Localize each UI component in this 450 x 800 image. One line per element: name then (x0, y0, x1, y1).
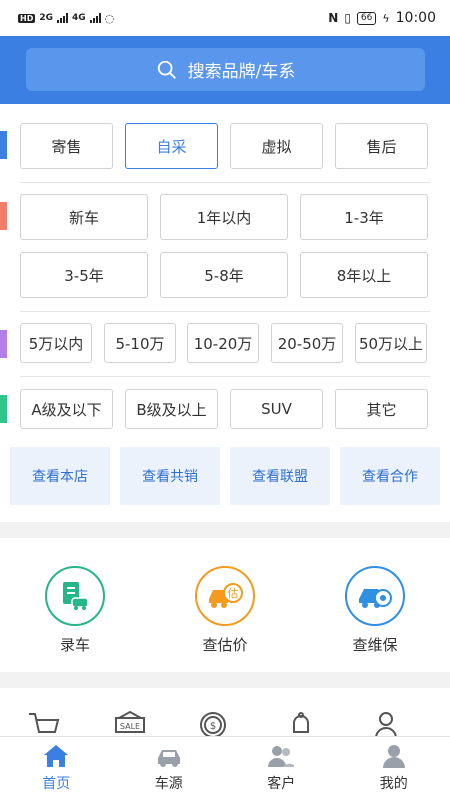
car-entry-label: 录车 (59, 636, 90, 654)
battery-icon: 66 (356, 11, 377, 25)
status-left: HD 2G 4G ◌ (18, 12, 114, 25)
filter-chip-virtual[interactable]: 虚拟 (230, 123, 323, 169)
search-input[interactable]: 搜索品牌/车系 (26, 48, 425, 91)
tab-mine[interactable]: 我的 (338, 737, 450, 800)
filter-panel: 寄售 自采 虚拟 售后 新车 1年以内 1-3年 3-5年 5-8年 8年以上 … (0, 104, 450, 522)
tab-customers[interactable]: 客户 (225, 737, 338, 800)
divider (20, 182, 430, 183)
section-accent-level (0, 395, 7, 423)
status-bar: HD 2G 4G ◌ N ▯ 66 ϟ 10:00 (0, 0, 450, 36)
search-placeholder: 搜索品牌/车系 (187, 62, 296, 82)
svg-text:估: 估 (228, 587, 239, 600)
wechat-icon: ◌ (104, 11, 115, 25)
filter-chip-age-3-5y[interactable]: 3-5年 (20, 252, 148, 298)
profile-icon (382, 745, 405, 768)
section-accent-age (0, 202, 7, 230)
filter-chip-consign[interactable]: 寄售 (20, 123, 113, 169)
bell-icon[interactable] (286, 710, 316, 736)
view-own-store-button[interactable]: 查看本店 (10, 447, 110, 505)
section-accent-price (0, 330, 7, 358)
home-icon (44, 745, 69, 767)
svg-text:SALE: SALE (120, 722, 140, 731)
tab-home[interactable]: 首页 (0, 737, 113, 800)
filter-chip-age-1-3y[interactable]: 1-3年 (300, 194, 428, 240)
maintenance-label: 查维保 (352, 636, 398, 654)
bottom-tab-bar: 首页 车源 客户 我的 (0, 736, 450, 800)
cart-icon[interactable] (27, 710, 61, 736)
filter-chip-self-purchase[interactable]: 自采 (125, 123, 218, 169)
dollar-coin-icon[interactable]: $ (198, 710, 228, 736)
filter-chip-age-new[interactable]: 新车 (20, 194, 148, 240)
filter-chip-level-b[interactable]: B级及以上 (125, 389, 218, 429)
signal-icon (57, 13, 68, 23)
maintenance-button[interactable]: 查维保 (330, 566, 420, 655)
filter-chip-level-suv[interactable]: SUV (230, 389, 323, 429)
network-label-1: 2G (39, 13, 53, 23)
more-services-row: SALE $ (0, 688, 450, 736)
header: 搜索品牌/车系 (0, 36, 450, 104)
filter-chip-after-sales[interactable]: 售后 (335, 123, 428, 169)
quick-actions: 录车 估 查估价 查维保 (0, 538, 450, 672)
status-right: N ▯ 66 ϟ 10:00 (328, 10, 436, 26)
clock: 10:00 (395, 10, 436, 26)
tab-home-label: 首页 (42, 776, 71, 792)
divider (20, 311, 430, 312)
vibrate-icon: ▯ (344, 11, 351, 25)
view-co-sale-button[interactable]: 查看共销 (120, 447, 220, 505)
valuation-label: 查估价 (202, 636, 248, 654)
network-label-2: 4G (72, 13, 86, 23)
search-icon (157, 60, 176, 79)
view-cooperation-button[interactable]: 查看合作 (340, 447, 440, 505)
maintenance-icon (345, 566, 405, 626)
tab-car-source-label: 车源 (154, 776, 183, 792)
filter-chip-level-other[interactable]: 其它 (335, 389, 428, 429)
filter-chip-price-over-50w[interactable]: 50万以上 (355, 323, 427, 363)
filter-chip-age-over-8y[interactable]: 8年以上 (300, 252, 428, 298)
section-accent-source (0, 131, 7, 159)
view-alliance-button[interactable]: 查看联盟 (230, 447, 330, 505)
tab-car-source[interactable]: 车源 (113, 737, 226, 800)
filter-chip-price-5-10w[interactable]: 5-10万 (104, 323, 176, 363)
customers-icon (268, 746, 295, 767)
charging-icon: ϟ (382, 11, 390, 25)
filter-chip-price-10-20w[interactable]: 10-20万 (187, 323, 259, 363)
signal-icon-2 (89, 13, 101, 23)
filter-chip-age-under-1y[interactable]: 1年以内 (160, 194, 288, 240)
car-entry-icon (45, 566, 105, 626)
filter-chip-price-under-5w[interactable]: 5万以内 (20, 323, 92, 363)
divider (20, 376, 430, 377)
valuation-button[interactable]: 估 查估价 (180, 566, 270, 655)
tab-mine-label: 我的 (379, 776, 408, 792)
tab-customers-label: 客户 (267, 776, 296, 792)
user-key-icon[interactable] (372, 710, 402, 736)
nfc-icon: N (328, 11, 339, 25)
svg-text:$: $ (210, 721, 216, 732)
car-icon (157, 750, 180, 767)
valuation-icon: 估 (195, 566, 255, 626)
filter-chip-level-a[interactable]: A级及以下 (20, 389, 113, 429)
filter-chip-age-5-8y[interactable]: 5-8年 (160, 252, 288, 298)
car-entry-button[interactable]: 录车 (30, 566, 120, 655)
hd-badge: HD (18, 13, 36, 23)
filter-chip-price-20-50w[interactable]: 20-50万 (271, 323, 343, 363)
sale-icon[interactable]: SALE (113, 710, 147, 736)
